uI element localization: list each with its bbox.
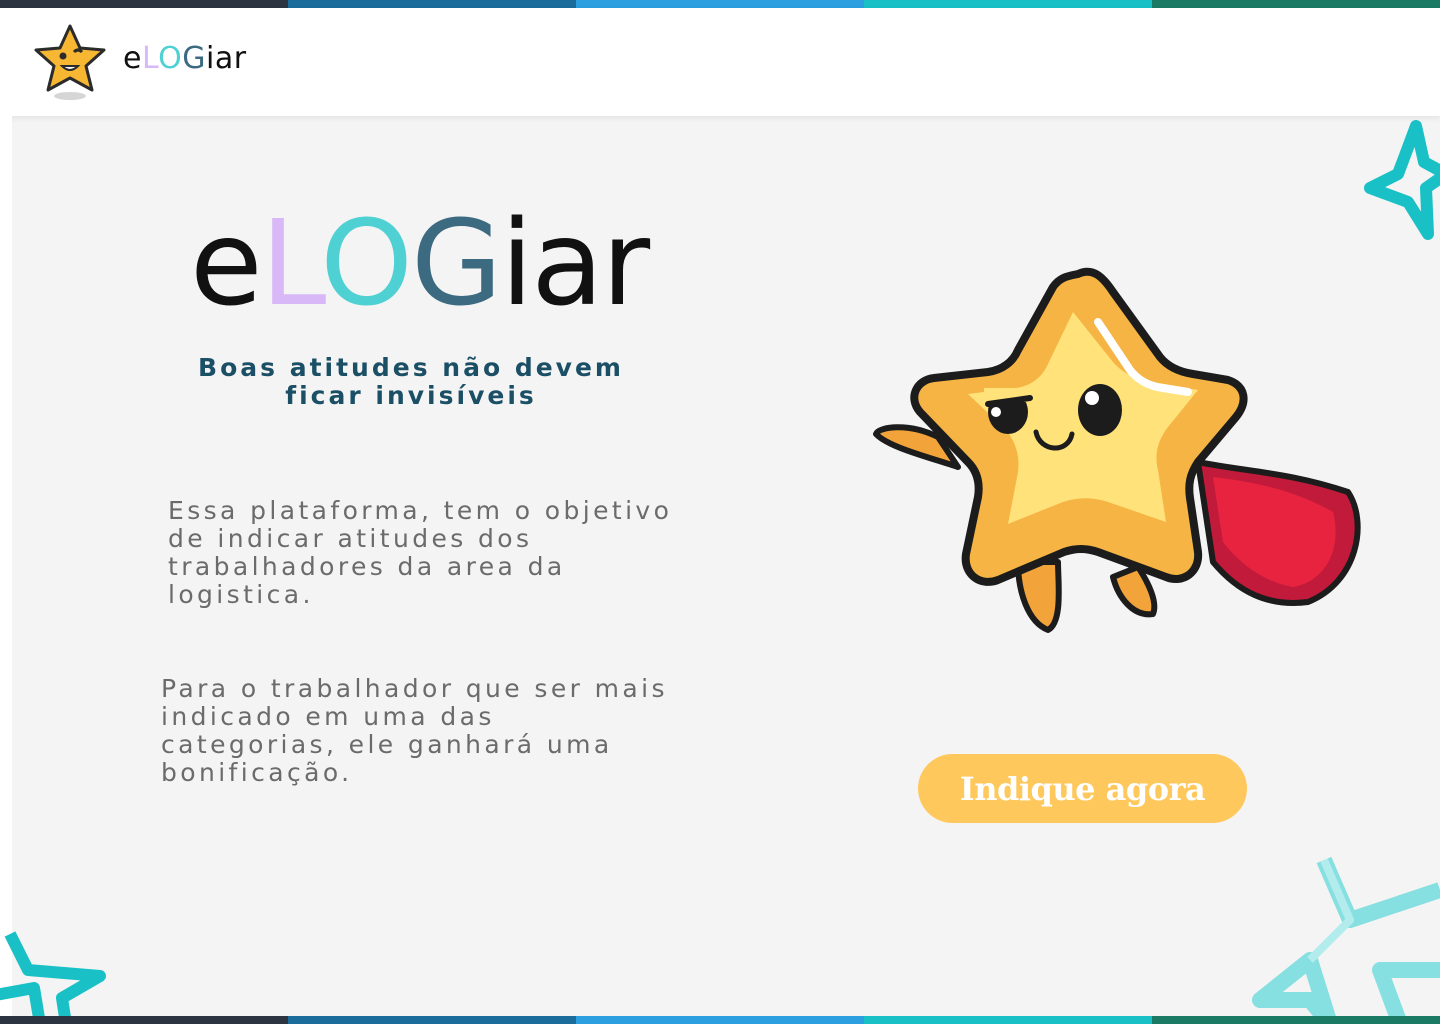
- tagline-line-2: ficar invisíveis: [285, 381, 537, 410]
- brand-letter: iar: [206, 41, 247, 76]
- brand-letter: O: [158, 41, 183, 76]
- bonus-paragraph: Para o trabalhador que ser mais indicado…: [161, 674, 668, 787]
- intro-paragraph: Essa plataforma, tem o objetivo de indic…: [168, 496, 673, 609]
- tagline-line-1: Boas atitudes não devem: [198, 353, 624, 382]
- superhero-star-icon: [873, 267, 1361, 633]
- brand-letter: G: [411, 194, 502, 332]
- brand-letter: O: [320, 194, 413, 332]
- brand-letter: L: [260, 194, 323, 332]
- star-mascot-icon[interactable]: [28, 22, 112, 102]
- brand-letter: e: [123, 41, 142, 76]
- top-header: eLOGiar: [0, 8, 1440, 116]
- brand-letter: L: [141, 41, 159, 76]
- brand-letter: iar: [500, 194, 651, 332]
- hero-tagline: Boas atitudes não devem ficar invisíveis: [180, 354, 642, 410]
- left-edge-panel: [0, 116, 12, 1016]
- decorative-star-icon: [0, 931, 106, 1024]
- header-brand-logo[interactable]: eLOGiar: [123, 41, 247, 76]
- hero-brand-title: eLOGiar: [190, 198, 650, 328]
- bottom-color-stripe: [0, 1016, 1440, 1024]
- brand-letter: G: [182, 41, 206, 76]
- indicate-now-button[interactable]: Indique agora: [918, 754, 1247, 823]
- decorative-star-icon: [1252, 856, 1440, 1024]
- decorative-star-icon: [1364, 120, 1440, 240]
- top-color-stripe: [0, 0, 1440, 8]
- brand-letter: e: [190, 194, 263, 332]
